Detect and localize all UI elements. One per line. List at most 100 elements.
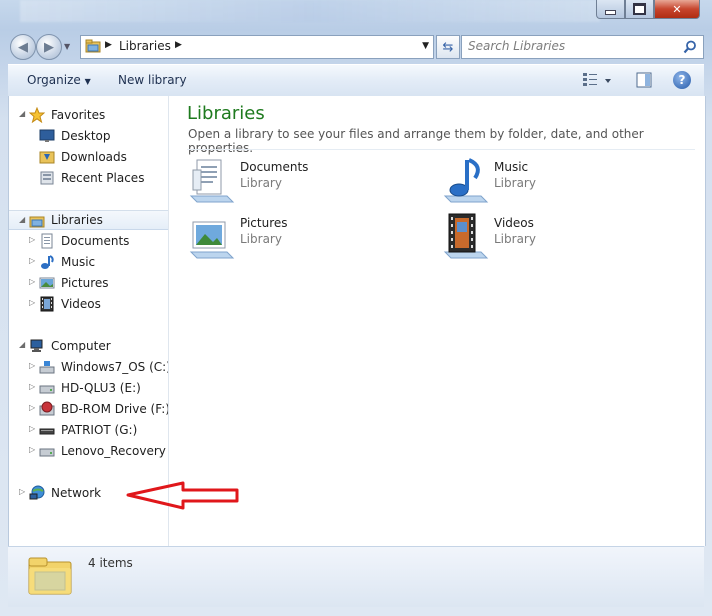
recent-places-icon (40, 171, 54, 185)
nav-label: PATRIOT (G:) (61, 423, 138, 437)
hard-drive-icon (39, 385, 55, 394)
nav-label: Libraries (51, 213, 103, 227)
nav-label: Windows7_OS (C:) (61, 360, 169, 374)
address-dropdown-icon[interactable]: ▼ (422, 41, 429, 51)
network-icon (29, 485, 45, 500)
library-kind: Library (494, 176, 536, 190)
documents-icon (41, 233, 53, 249)
expand-arrow-icon[interactable]: ▷ (29, 383, 37, 391)
blurred-background (20, 0, 600, 22)
back-button[interactable]: ◀ (10, 34, 36, 60)
nav-item-recent-places[interactable]: Recent Places (9, 168, 168, 188)
library-kind: Library (240, 176, 282, 190)
organize-button[interactable]: Organize ▼ (27, 73, 91, 87)
libraries-folder-icon (28, 557, 72, 595)
nav-label: Computer (51, 339, 111, 353)
page-title: Libraries (187, 103, 265, 124)
library-item-documents[interactable]: Documents Library (187, 156, 427, 206)
address-bar[interactable]: ▶ Libraries ▶ ▼ (80, 35, 434, 59)
address-row: ◀ ▶ ▼ ▶ Libraries ▶ ▼ ⇆ Search Libraries (8, 32, 704, 60)
new-library-button[interactable]: New library (118, 73, 187, 87)
nav-label: Recent Places (61, 171, 145, 185)
breadcrumb-libraries[interactable]: Libraries (119, 39, 171, 53)
music-library-icon (443, 158, 489, 203)
search-icon (683, 40, 696, 54)
help-button[interactable]: ? (673, 71, 691, 89)
library-kind: Library (240, 232, 282, 246)
nav-item-drive-g[interactable]: ▷ PATRIOT (G:) (9, 420, 168, 440)
nav-item-desktop[interactable]: Desktop (9, 126, 168, 146)
expand-arrow-icon[interactable]: ▷ (29, 299, 37, 307)
help-icon: ? (678, 73, 686, 87)
nav-item-drive-c[interactable]: ▷ Windows7_OS (C:) (9, 357, 168, 377)
search-input[interactable]: Search Libraries (461, 35, 704, 59)
back-arrow-icon: ◀ (18, 39, 28, 55)
library-kind: Library (494, 232, 536, 246)
forward-button[interactable]: ▶ (36, 34, 62, 60)
collapse-arrow-icon[interactable]: ◢ (19, 110, 27, 118)
library-item-pictures[interactable]: Pictures Library (187, 212, 427, 262)
expand-arrow-icon[interactable]: ▷ (29, 278, 37, 286)
nav-item-drive-e[interactable]: ▷ HD-QLU3 (E:) (9, 378, 168, 398)
page-subtitle: Open a library to see your files and arr… (188, 127, 644, 155)
documents-library-icon (189, 159, 235, 203)
favorites-star-icon (29, 107, 45, 123)
library-name: Documents (240, 160, 309, 174)
title-bar: ✕ (0, 0, 712, 28)
nav-label: HD-QLU3 (E:) (61, 381, 141, 395)
expand-arrow-icon[interactable]: ▷ (29, 446, 37, 454)
nav-favorites[interactable]: ◢ Favorites (9, 105, 168, 125)
nav-label: Videos (61, 297, 101, 311)
nav-computer[interactable]: ◢ Computer (9, 336, 168, 356)
bd-rom-icon (39, 401, 55, 416)
nav-network[interactable]: ▷ Network (9, 483, 168, 503)
expand-arrow-icon[interactable]: ▷ (29, 362, 37, 370)
libraries-icon (29, 216, 45, 228)
nav-item-drive-f[interactable]: ▷ BD-ROM Drive (F:) V (9, 399, 168, 419)
breadcrumb-chevron-icon[interactable]: ▶ (175, 40, 182, 50)
organize-label: Organize (27, 73, 81, 87)
library-name: Music (494, 160, 529, 174)
collapse-arrow-icon[interactable]: ◢ (19, 341, 27, 349)
expand-arrow-icon[interactable]: ▷ (29, 236, 37, 244)
nav-label: Music (61, 255, 96, 269)
library-item-music[interactable]: Music Library (441, 156, 681, 206)
expand-arrow-icon[interactable]: ▷ (29, 257, 37, 265)
nav-item-videos[interactable]: ▷ Videos (9, 294, 168, 314)
command-bar: Organize ▼ New library ? (8, 64, 704, 97)
breadcrumb-chevron-icon[interactable]: ▶ (105, 40, 112, 50)
content-pane: Libraries Open a library to see your fil… (169, 96, 705, 546)
nav-libraries[interactable]: ◢ Libraries (9, 210, 168, 230)
library-item-videos[interactable]: Videos Library (441, 212, 681, 262)
nav-item-drive-q[interactable]: ▷ Lenovo_Recovery (Q (9, 441, 168, 461)
nav-item-documents[interactable]: ▷ Documents (9, 231, 168, 251)
expand-arrow-icon[interactable]: ▷ (29, 404, 37, 412)
downloads-folder-icon (39, 151, 55, 164)
divider (187, 149, 695, 150)
caption-buttons: ✕ (596, 0, 700, 20)
nav-item-pictures[interactable]: ▷ Pictures (9, 273, 168, 293)
explorer-window: ✕ ◀ ▶ ▼ ▶ Libraries ▶ ▼ ⇆ Search Librari… (0, 0, 712, 616)
item-count: 4 items (88, 556, 133, 570)
refresh-icon: ⇆ (442, 39, 454, 55)
nav-label: BD-ROM Drive (F:) V (61, 402, 169, 416)
nav-item-music[interactable]: ▷ Music (9, 252, 168, 272)
os-drive-icon (39, 361, 55, 374)
nav-label: Network (51, 486, 102, 500)
collapse-arrow-icon[interactable]: ◢ (19, 216, 27, 224)
pictures-library-icon (189, 221, 235, 259)
refresh-button[interactable]: ⇆ (436, 35, 460, 59)
navigation-pane[interactable]: ◢ Favorites Desktop Downloads Recent Pla… (9, 96, 169, 546)
main-pane: ◢ Favorites Desktop Downloads Recent Pla… (8, 96, 706, 546)
close-button[interactable]: ✕ (654, 0, 700, 19)
forward-arrow-icon: ▶ (44, 39, 54, 55)
expand-arrow-icon[interactable]: ▷ (29, 425, 37, 433)
change-view-button[interactable] (582, 71, 612, 89)
nav-item-downloads[interactable]: Downloads (9, 147, 168, 167)
expand-arrow-icon[interactable]: ▷ (19, 488, 27, 496)
maximize-button[interactable] (625, 0, 654, 19)
minimize-button[interactable] (596, 0, 625, 19)
preview-pane-icon[interactable] (636, 72, 652, 88)
recent-pages-dropdown[interactable]: ▼ (64, 42, 72, 51)
minimize-icon (605, 9, 616, 15)
